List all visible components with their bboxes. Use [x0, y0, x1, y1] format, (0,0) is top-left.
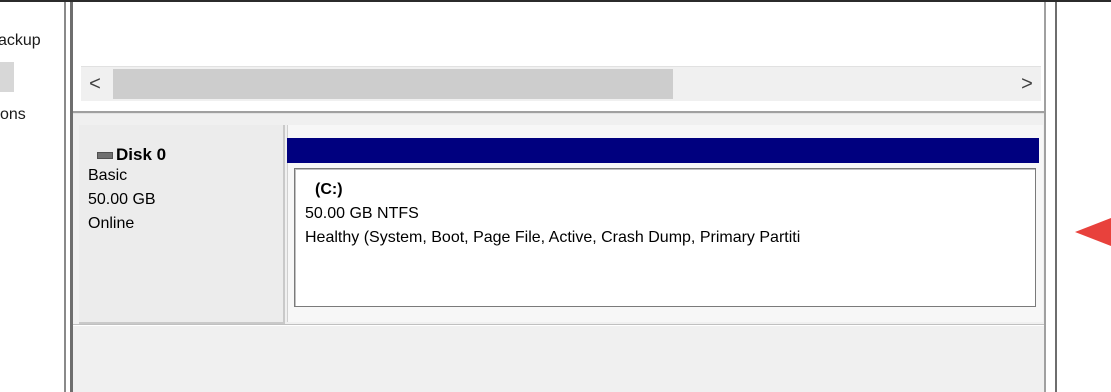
scroll-right-icon[interactable]: > [1013, 67, 1041, 101]
partition-filesystem: 50.00 GB NTFS [305, 205, 419, 222]
partition-label: (C:) [315, 181, 343, 198]
view-right-border [1044, 2, 1046, 392]
disk-drive-icon [97, 152, 113, 159]
disk-status: Online [88, 215, 135, 232]
red-pointer-arrow-icon [1075, 218, 1111, 246]
partition-status: Healthy (System, Boot, Page File, Active… [305, 229, 801, 246]
horizontal-scrollbar[interactable]: < > [81, 66, 1041, 101]
partition-c-volume[interactable]: (C:) 50.00 GB NTFS Healthy (System, Boot… [294, 168, 1036, 307]
disk-size: 50.00 GB [88, 191, 156, 208]
disk-type: Basic [88, 167, 128, 184]
nav-selection-indicator [0, 62, 14, 92]
window-right-border [1055, 2, 1057, 392]
scroll-left-icon[interactable]: < [81, 67, 109, 101]
navigation-pane: ackup ons [0, 2, 63, 392]
disk-management-window: ackup ons < > Disk 0 Basic 50.00 GB Onli… [0, 0, 1111, 392]
nav-item-backup[interactable]: ackup [0, 32, 41, 50]
partition-type-bar [287, 138, 1039, 163]
disk-info-panel[interactable]: Disk 0 Basic 50.00 GB Online [79, 125, 285, 324]
disk-name: Disk 0 [116, 145, 167, 164]
nav-item-ons[interactable]: ons [0, 106, 26, 124]
pane-splitter[interactable] [64, 2, 66, 392]
scrollbar-thumb[interactable] [113, 69, 673, 99]
disk-row-divider-highlight [73, 325, 1044, 326]
